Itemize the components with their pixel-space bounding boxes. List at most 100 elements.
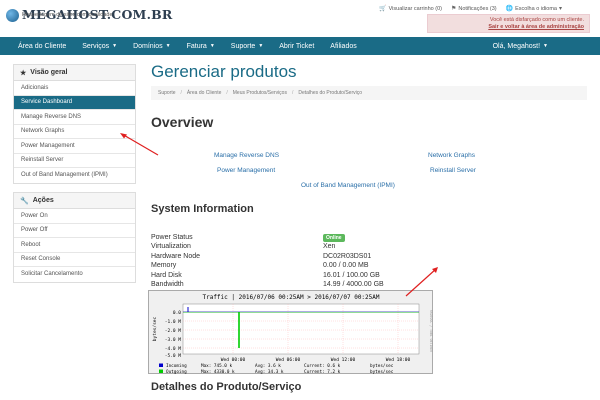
action-power-off[interactable]: Power Off xyxy=(14,224,135,238)
overview-link-network-graphs[interactable]: Network Graphs xyxy=(428,152,475,159)
legend-incoming-max: Max: 745.0 k xyxy=(201,363,232,369)
sidebar-actions-panel: 🔧 Ações Power On Power Off Reboot Reset … xyxy=(13,192,136,283)
user-menu[interactable]: Olá, Megahost! ▼ xyxy=(493,37,548,55)
sidebar-actions-header: 🔧 Ações xyxy=(14,193,135,209)
action-reboot[interactable]: Reboot xyxy=(14,238,135,253)
nav-support[interactable]: Suporte ▼ xyxy=(223,37,271,55)
legend-incoming-unit: bytes/sec xyxy=(370,363,394,369)
breadcrumb-support[interactable]: Suporte xyxy=(158,90,176,96)
graph-xticks: Wed 00:00 Wed 06:00 Wed 12:00 Wed 18:00 xyxy=(221,357,411,363)
caret-down-icon: ▼ xyxy=(112,43,118,49)
xtick: Wed 06:00 xyxy=(276,357,301,363)
overview-link-power-management[interactable]: Power Management xyxy=(217,167,275,174)
breadcrumb-client-area[interactable]: Área do Cliente xyxy=(187,90,221,96)
details-heading: Detalhes do Produto/Serviço xyxy=(151,381,302,393)
globe-small-icon: 🌐 xyxy=(505,6,514,12)
legend-outgoing-unit: bytes/sec xyxy=(370,369,394,375)
breadcrumb-separator: / xyxy=(180,90,182,96)
nav-billing[interactable]: Fatura ▼ xyxy=(179,37,223,55)
top-bar: MEGAHOST.COM.BR Hospedagem de sites com … xyxy=(0,0,600,37)
label-hard-disk: Hard Disk xyxy=(151,271,182,279)
chevron-down-icon: ▾ xyxy=(558,6,562,12)
overview-link-ipmi[interactable]: Out of Band Management (IPMI) xyxy=(301,182,395,189)
value-hardware-node: DC02R03DS01 xyxy=(323,252,372,260)
nav-domains[interactable]: Domínios ▼ xyxy=(125,37,179,55)
caret-down-icon: ▼ xyxy=(165,43,171,49)
wrench-icon: 🔧 xyxy=(20,197,29,205)
ytick: -1.0 M xyxy=(165,319,182,325)
label-virtualization: Virtualization xyxy=(151,243,191,251)
cart-link[interactable]: 🛒 Visualizar carrinho (0) xyxy=(379,5,442,13)
sidebar-item-addons[interactable]: Adicionais xyxy=(14,81,135,96)
nav-open-ticket[interactable]: Abrir Ticket xyxy=(271,37,322,55)
legend-outgoing-max: Max: 4330.0 k xyxy=(201,369,235,375)
impersonation-alert: Você está disfarçado como um cliente. Sa… xyxy=(427,14,590,33)
breadcrumb-my-products[interactable]: Meus Produtos/Serviços xyxy=(233,90,287,96)
globe-icon xyxy=(6,9,19,22)
caret-down-icon: ▼ xyxy=(258,43,264,49)
incoming-legend-swatch xyxy=(159,363,163,367)
action-request-cancellation[interactable]: Solicitar Cancelamento xyxy=(14,267,135,282)
sidebar-overview-header: ★ Visão geral xyxy=(14,65,135,81)
sidebar-item-reverse-dns[interactable]: Manage Reverse DNS xyxy=(14,110,135,125)
graph-legend: Incoming Max: 745.0 k Avg: 3.6 k Current… xyxy=(159,363,394,375)
return-admin-link[interactable]: Sair e voltar à área de administração xyxy=(488,24,584,30)
system-info-labels: Power Status Virtualization Hardware Nod… xyxy=(151,233,200,289)
ytick: -5.0 M xyxy=(165,353,182,359)
legend-outgoing-current: Current: 7.2 k xyxy=(304,369,341,375)
overview-link-reverse-dns[interactable]: Manage Reverse DNS xyxy=(214,152,279,159)
star-icon: ★ xyxy=(20,69,27,77)
action-reset-console[interactable]: Reset Console xyxy=(14,253,135,267)
sidebar-item-service-dashboard[interactable]: Service Dashboard xyxy=(14,95,135,110)
caret-down-icon: ▼ xyxy=(543,43,548,49)
brand-tagline: Hospedagem de sites com qualidade xyxy=(22,12,113,18)
xtick: Wed 18:00 xyxy=(386,357,411,363)
action-power-on[interactable]: Power On xyxy=(14,209,135,224)
top-links: 🛒 Visualizar carrinho (0) ⚑ Notificações (… xyxy=(379,5,562,13)
breadcrumb: Suporte / Área do Cliente / Meus Produtos/… xyxy=(151,86,587,100)
traffic-graph: Traffic | 2016/07/06 00:25AM > 2016/07/0… xyxy=(148,290,433,375)
label-bandwidth: Bandwidth xyxy=(151,281,184,289)
ytick: -4.0 M xyxy=(165,346,182,352)
graph-plot-area xyxy=(182,303,420,355)
graph-title: Traffic | 2016/07/06 00:25AM > 2016/07/0… xyxy=(202,294,379,301)
flag-icon: ⚑ xyxy=(451,6,457,12)
ytick: 0.0 xyxy=(173,310,181,316)
xtick: Wed 00:00 xyxy=(221,357,246,363)
breadcrumb-current: Detalhes do Produto/Serviço xyxy=(298,90,363,96)
sidebar-item-power-management[interactable]: Power Management xyxy=(14,139,135,154)
breadcrumb-separator: / xyxy=(226,90,228,96)
graph-side-label: RRDTOOL / TOBI OETIKER xyxy=(429,310,433,352)
status-badge: Online xyxy=(323,234,345,242)
system-info-heading: System Information xyxy=(151,203,254,215)
nav-services[interactable]: Serviços ▼ xyxy=(74,37,125,55)
page-title: Gerenciar produtos xyxy=(151,62,297,81)
legend-outgoing-name: Outgoing xyxy=(166,369,187,375)
notifications-link[interactable]: ⚑ Notificações (3) xyxy=(451,5,497,13)
sidebar-item-network-graphs[interactable]: Network Graphs xyxy=(14,125,135,139)
label-hardware-node: Hardware Node xyxy=(151,252,201,260)
label-memory: Memory xyxy=(151,262,177,270)
outgoing-legend-swatch xyxy=(159,369,163,373)
main-nav: Área do Cliente Serviços ▼ Domínios ▼ Fatu… xyxy=(0,37,600,55)
sidebar-item-reinstall-server[interactable]: Reinstall Server xyxy=(14,154,135,168)
caret-down-icon: ▼ xyxy=(209,43,215,49)
ytick: -3.0 M xyxy=(165,337,182,343)
value-memory: 0.00 / 0.00 MB xyxy=(323,262,369,270)
cart-icon: 🛒 xyxy=(379,6,387,12)
nav-client-area[interactable]: Área do Cliente xyxy=(0,37,74,55)
legend-outgoing-avg: Avg: 34.3 k xyxy=(255,369,284,375)
graph-ylabel: bytes/sec xyxy=(152,317,158,342)
label-power-status: Power Status xyxy=(151,234,193,241)
ytick: -2.0 M xyxy=(165,328,182,334)
system-info-values: Online Xen DC02R03DS01 0.00 / 0.00 MB 16… xyxy=(323,233,384,289)
legend-incoming-avg: Avg: 3.6 k xyxy=(255,363,281,369)
legend-incoming-name: Incoming xyxy=(166,363,187,369)
overview-heading: Overview xyxy=(151,114,214,130)
nav-affiliates[interactable]: Afiliados xyxy=(322,37,364,55)
xtick: Wed 12:00 xyxy=(331,357,356,363)
sidebar-item-ipmi[interactable]: Out of Band Management (IPMI) xyxy=(14,168,135,183)
language-selector[interactable]: 🌐 Escolha o idioma ▾ xyxy=(505,5,562,13)
graph-yticks: 0.0 -1.0 M -2.0 M -3.0 M -4.0 M -5.0 M xyxy=(165,310,182,359)
overview-link-reinstall-server[interactable]: Reinstall Server xyxy=(430,167,476,174)
